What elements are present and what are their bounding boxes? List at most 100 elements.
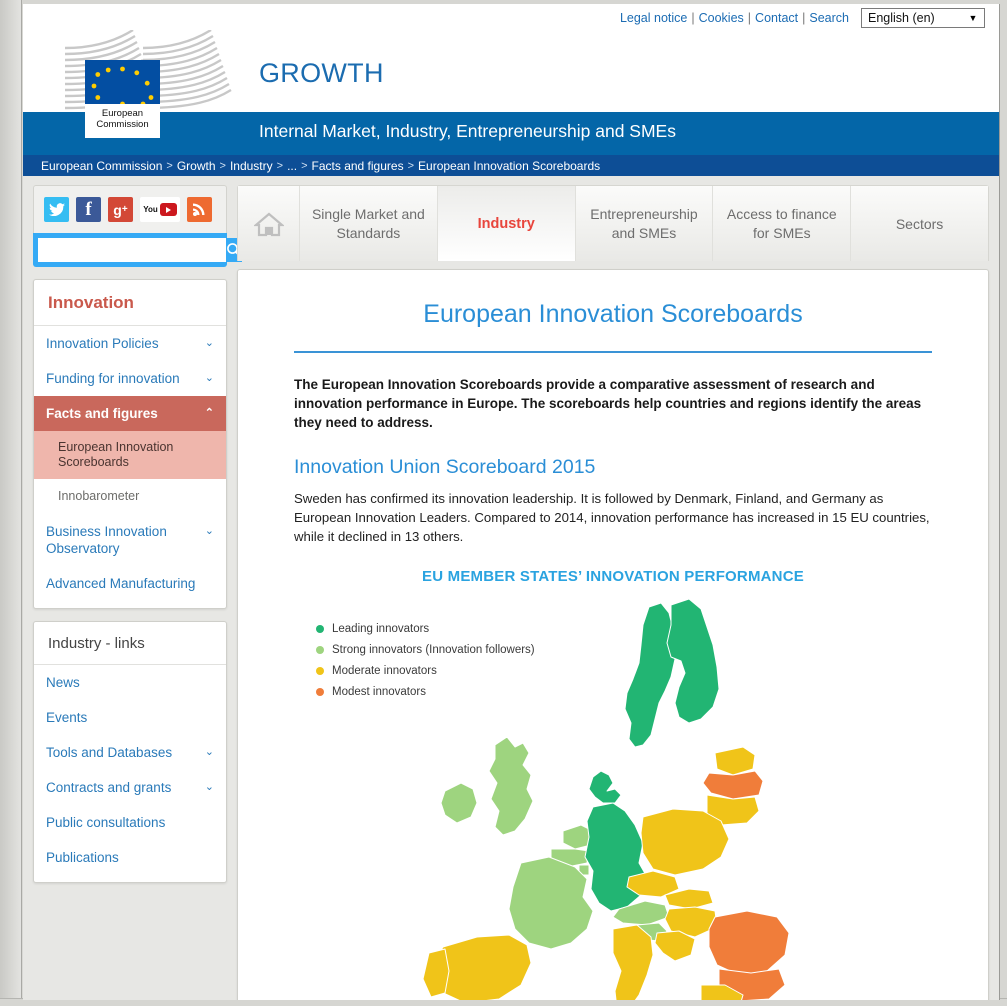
sidebar-heading-wrap: Innovation <box>34 280 226 326</box>
region-ireland <box>440 782 478 824</box>
breadcrumb-sep: > <box>276 159 284 172</box>
youtube-icon[interactable]: You <box>140 197 180 222</box>
region-denmark <box>588 770 622 804</box>
rss-icon[interactable] <box>187 197 212 222</box>
chevron-down-icon: ⌄ <box>204 746 214 758</box>
breadcrumb-item-0[interactable]: European Commission <box>41 159 162 173</box>
links-item-publications[interactable]: Publications <box>34 840 226 882</box>
tab-industry[interactable]: Industry <box>437 186 576 261</box>
breadcrumb-item-1[interactable]: Growth <box>177 159 216 173</box>
links-item-label: News <box>46 675 80 690</box>
chevron-down-icon: ▼ <box>968 13 978 23</box>
sidebar-item-label: Advanced Manufacturing <box>46 576 196 591</box>
sidebar-item-innobarometer[interactable]: Innobarometer <box>34 479 226 514</box>
sidebar-item-european-innovation-scoreboards[interactable]: European Innovation Scoreboards <box>34 431 226 479</box>
breadcrumb-item-4[interactable]: Facts and figures <box>312 159 404 173</box>
site-banner: European Commission Internal Market, Ind… <box>23 104 999 155</box>
home-tab[interactable] <box>238 186 300 261</box>
links-item-label: Publications <box>46 850 119 865</box>
links-item-label: Events <box>46 710 88 725</box>
region-estonia <box>714 746 756 776</box>
industry-links-card: Industry - links News Events Tools and D… <box>33 621 227 883</box>
twitter-icon[interactable] <box>44 197 69 222</box>
ec-wordmark-line1: European <box>101 108 144 119</box>
section-title: Innovation Union Scoreboard 2015 <box>294 456 596 478</box>
links-item-label: Tools and Databases <box>46 745 173 760</box>
content-shell: f g + You Innovation Innovation Policies… <box>23 176 999 1000</box>
breadcrumb-sep: > <box>301 159 308 172</box>
links-item-events[interactable]: Events <box>34 700 226 735</box>
sidebar-item-funding-for-innovation[interactable]: Funding for innovation ⌄ <box>34 361 226 396</box>
links-heading-wrap: Industry - links <box>34 622 226 665</box>
tab-label: Access to finance for SMEs <box>726 205 837 241</box>
tab-sectors[interactable]: Sectors <box>851 186 988 261</box>
sidebar-item-innovation-policies[interactable]: Innovation Policies ⌄ <box>34 326 226 361</box>
home-icon <box>253 212 284 236</box>
tab-single-market-and-standards[interactable]: Single Market and Standards <box>300 186 438 261</box>
site-search <box>33 233 242 267</box>
section-paragraph: Sweden has confirmed its innovation lead… <box>294 491 930 544</box>
sidebar-item-label: Innobarometer <box>58 489 140 503</box>
breadcrumb-item-current: European Innovation Scoreboards <box>418 158 601 173</box>
links-item-contracts-and-grants[interactable]: Contracts and grants ⌄ <box>34 770 226 805</box>
links-item-public-consultations[interactable]: Public consultations <box>34 805 226 840</box>
google-plus-icon[interactable]: g + <box>108 197 133 222</box>
sidebar-item-label: Innovation Policies <box>46 336 159 351</box>
chevron-down-icon: ⌄ <box>204 525 214 537</box>
region-poland <box>640 808 730 876</box>
innovation-map: Leading innovators Strong innovators (In… <box>294 595 932 1000</box>
page-root: Legal notice | Cookies | Contact | Search Engl… <box>23 4 1000 1000</box>
lead-paragraph: The European Innovation Scoreboards prov… <box>294 377 922 430</box>
sidebar-item-label: European Innovation Scoreboards <box>58 440 174 469</box>
chevron-down-icon: ⌄ <box>204 781 214 793</box>
sidebar-item-label: Funding for innovation <box>46 371 180 386</box>
right-column: Single Market and Standards Industry Ent… <box>237 185 989 1000</box>
window-right-edge <box>1000 0 1007 1006</box>
legal-notice-link[interactable]: Legal notice <box>620 11 687 25</box>
search-input[interactable] <box>38 238 226 262</box>
tab-access-to-finance-for-smes[interactable]: Access to finance for SMEs <box>713 186 852 261</box>
breadcrumb-item-3[interactable]: ... <box>287 159 297 173</box>
top-nav: Single Market and Standards Industry Ent… <box>237 185 989 261</box>
sidebar-item-business-innovation-observatory[interactable]: Business Innovation Observatory ⌄ <box>34 514 226 566</box>
page-title: European Innovation Scoreboards <box>423 300 803 328</box>
links-item-tools-and-databases[interactable]: Tools and Databases ⌄ <box>34 735 226 770</box>
sidebar-heading: Innovation <box>48 293 134 312</box>
contact-link[interactable]: Contact <box>755 11 798 25</box>
sidebar-item-facts-and-figures[interactable]: Facts and figures ⌃ <box>34 396 226 431</box>
util-sep: | <box>691 11 695 25</box>
sidebar: f g + You Innovation Innovation Policies… <box>33 185 242 1000</box>
breadcrumb: European Commission > Growth > Industry > .… <box>23 155 999 176</box>
language-select[interactable]: English (en) ▼ <box>861 8 985 28</box>
util-sep: | <box>802 11 806 25</box>
cookies-link[interactable]: Cookies <box>699 11 744 25</box>
links-item-news[interactable]: News <box>34 665 226 700</box>
europe-choropleth <box>422 598 790 1000</box>
region-germany <box>584 802 648 912</box>
region-romania <box>708 910 790 976</box>
ec-wordmark: European Commission <box>85 104 160 138</box>
region-sweden <box>624 602 676 748</box>
sidebar-item-advanced-manufacturing[interactable]: Advanced Manufacturing <box>34 566 226 608</box>
utility-bar: Legal notice | Cookies | Contact | Search Engl… <box>23 4 999 32</box>
title-divider <box>294 351 932 353</box>
site-subtitle: Internal Market, Industry, Entrepreneurs… <box>259 121 676 141</box>
site-title: GROWTH <box>259 58 384 88</box>
search-link[interactable]: Search <box>809 11 849 25</box>
youtube-label: You <box>143 205 158 214</box>
logo-band: GROWTH <box>23 30 999 112</box>
youtube-play-icon <box>159 203 177 216</box>
sidebar-item-label: Business Innovation Observatory <box>46 524 167 556</box>
breadcrumb-item-2[interactable]: Industry <box>230 159 273 173</box>
map-title: EU MEMBER STATES’ INNOVATION PERFORMANCE <box>422 568 804 585</box>
window-left-scrollbar[interactable] <box>0 0 22 1006</box>
region-united-kingdom <box>488 736 534 836</box>
tab-label: Sectors <box>895 215 944 232</box>
breadcrumb-sep: > <box>219 159 226 172</box>
tab-label: Industry <box>477 215 535 232</box>
tab-entrepreneurship-and-smes[interactable]: Entrepreneurship and SMEs <box>575 186 714 261</box>
ec-wordmark-line2: Commission <box>96 119 149 130</box>
chevron-down-icon: ⌄ <box>204 372 214 384</box>
chevron-down-icon: ⌄ <box>204 337 214 349</box>
facebook-icon[interactable]: f <box>76 197 101 222</box>
